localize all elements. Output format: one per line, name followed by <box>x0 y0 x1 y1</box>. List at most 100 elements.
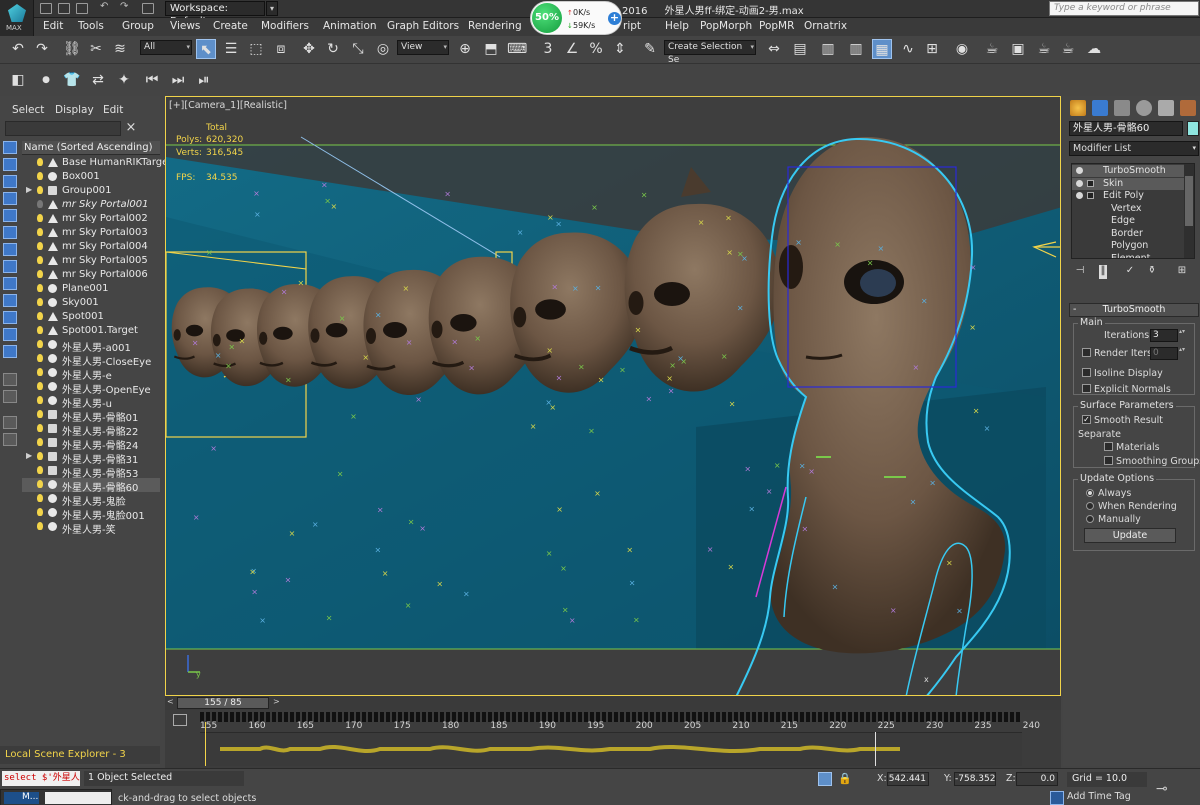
expand-arrow-icon[interactable]: ▶ <box>26 451 32 460</box>
visibility-bulb-icon[interactable] <box>37 452 43 460</box>
scene-object-row[interactable]: Box001 <box>22 170 160 184</box>
scene-object-row[interactable]: 外星人男-CloseEye <box>22 352 160 368</box>
scene-object-row[interactable]: 外星人男-骨骼01 <box>22 408 160 424</box>
render-iters-spinner[interactable]: 0 <box>1150 347 1178 360</box>
undo-icon[interactable]: ↶ <box>100 1 112 12</box>
always-radio[interactable] <box>1086 489 1094 497</box>
utilities-tab-icon[interactable] <box>1180 100 1196 116</box>
render-production-icon[interactable]: ☕ <box>1034 39 1054 59</box>
scene-object-row[interactable]: 外星人男-骨骼22 <box>22 422 160 438</box>
display-cameras-icon[interactable] <box>3 192 17 205</box>
rendered-frame-window-icon[interactable]: ▣ <box>1008 39 1028 59</box>
configure-modifier-sets-icon[interactable]: ⊞ <box>1175 265 1189 279</box>
menu-popmorph[interactable]: PopMorph <box>700 20 752 32</box>
when-rendering-radio[interactable] <box>1086 502 1094 510</box>
pin-stack-icon[interactable]: ⊣ <box>1073 265 1087 279</box>
display-lights-icon[interactable] <box>3 175 17 188</box>
save-file-icon[interactable] <box>76 3 88 14</box>
spinner-snap-icon[interactable]: ⇕ <box>610 39 630 59</box>
visibility-bulb-icon[interactable] <box>37 424 43 432</box>
scene-object-row[interactable]: Base HumanRIKTarget <box>22 156 172 170</box>
scene-object-row[interactable]: 外星人男-u <box>22 394 160 410</box>
percent-snap-icon[interactable]: % <box>586 39 606 59</box>
turbosmooth-rollout-header[interactable]: - TurboSmooth <box>1069 303 1199 317</box>
y-coord-field[interactable]: -758.352 <box>954 772 996 786</box>
toggle-ribbon-icon[interactable]: ▦ <box>872 39 892 59</box>
time-slider-next-button[interactable]: > <box>273 697 283 709</box>
menu-graph-editors[interactable]: Graph Editors <box>387 20 459 32</box>
display-all-icon[interactable] <box>3 345 17 358</box>
menu-tools[interactable]: Tools <box>78 20 104 32</box>
scene-object-row[interactable]: 外星人男-鬼脸001 <box>22 506 160 522</box>
display-containers-icon[interactable] <box>3 294 17 307</box>
menu-ornatrix[interactable]: Ornatrix <box>804 20 847 32</box>
bind-to-space-warp-icon[interactable]: ≋ <box>110 39 130 59</box>
menu-create[interactable]: Create <box>213 20 248 32</box>
visibility-bulb-icon[interactable] <box>37 186 43 194</box>
close-icon[interactable]: × <box>124 120 138 135</box>
modifier-toggle-bulb-icon[interactable] <box>1076 179 1083 187</box>
maxscript-listener-input[interactable]: select $'外星人 <box>2 771 80 786</box>
accelerate-plus-icon[interactable]: + <box>608 12 621 25</box>
scene-object-row[interactable]: mr Sky Portal001 <box>22 198 160 212</box>
scene-object-row[interactable]: Spot001 <box>22 310 160 324</box>
visibility-bulb-icon[interactable] <box>37 312 43 320</box>
column-header-name[interactable]: Name (Sorted Ascending) <box>22 141 160 155</box>
time-slider[interactable]: < 155 / 85 > <box>165 696 1061 710</box>
menu-edit[interactable]: Edit <box>43 20 63 32</box>
display-none-icon[interactable] <box>3 373 17 386</box>
modifier-stack-scrollbar[interactable] <box>1184 164 1194 258</box>
smooth-result-checkbox[interactable]: ✓ <box>1082 415 1091 424</box>
visibility-bulb-icon[interactable] <box>37 382 43 390</box>
visibility-bulb-icon[interactable] <box>37 466 43 474</box>
scene-explorer-search-input[interactable] <box>5 121 121 136</box>
selection-filter-dropdown[interactable]: All ▾ <box>140 40 192 55</box>
absolute-mode-toggle-icon[interactable] <box>818 772 832 786</box>
visibility-bulb-icon[interactable] <box>37 326 43 334</box>
visibility-bulb-icon[interactable] <box>37 396 43 404</box>
taskbar-max-button[interactable]: M... <box>4 792 39 804</box>
display-bones-icon[interactable] <box>3 277 17 290</box>
select-object-icon[interactable]: ⬉ <box>196 39 216 59</box>
scene-object-row[interactable]: 外星人男-OpenEye <box>22 380 160 396</box>
reference-coordinate-dropdown[interactable]: View ▾ <box>397 40 449 55</box>
visibility-bulb-icon[interactable] <box>37 214 43 222</box>
swap-tool-icon[interactable]: ⇄ <box>88 70 108 90</box>
visibility-bulb-icon[interactable] <box>37 340 43 348</box>
angle-snap-icon[interactable]: ∠ <box>562 39 582 59</box>
toggle-layer-explorer-icon[interactable]: ▥ <box>846 39 866 59</box>
render-in-cloud-icon[interactable]: ☁ <box>1084 39 1104 59</box>
modifier-toggle-bulb-icon[interactable] <box>1076 167 1083 174</box>
window-crossing-icon[interactable]: ⧈ <box>271 39 291 59</box>
smoothing-groups-checkbox[interactable] <box>1104 456 1113 465</box>
display-shapes-icon[interactable] <box>3 158 17 171</box>
tab-edit[interactable]: Edit <box>103 104 123 116</box>
scene-object-row[interactable]: 外星人男-a001 <box>22 338 160 354</box>
visibility-bulb-icon[interactable] <box>37 494 43 502</box>
z-coord-field[interactable]: 0.0 <box>1016 772 1058 786</box>
motion-tab-icon[interactable] <box>1136 100 1152 116</box>
tab-display[interactable]: Display <box>55 104 94 116</box>
project-folder-icon[interactable] <box>142 3 154 14</box>
time-slider-thumb[interactable]: 155 / 85 <box>177 697 269 709</box>
snaps-toggle-icon[interactable]: 3 <box>538 39 558 59</box>
display-groups-icon[interactable] <box>3 243 17 256</box>
tray-app-icon[interactable] <box>1050 791 1064 805</box>
application-button[interactable]: MAX <box>0 0 34 36</box>
display-tab-icon[interactable] <box>1158 100 1174 116</box>
isoline-display-checkbox[interactable] <box>1082 368 1091 377</box>
scene-object-row[interactable]: Spot001.Target <box>22 324 160 338</box>
menu-views[interactable]: Views <box>170 20 200 32</box>
toggle-scene-explorer-icon[interactable]: ▥ <box>818 39 838 59</box>
scene-object-row[interactable]: 外星人男-e <box>22 366 160 382</box>
curve-editor-icon[interactable]: ∿ <box>898 39 918 59</box>
schematic-view-icon[interactable]: ⊞ <box>922 39 942 59</box>
iterations-spinner-arrows[interactable]: ▴▾ <box>1179 329 1186 342</box>
visibility-bulb-icon[interactable] <box>37 256 43 264</box>
align-icon[interactable]: ▤ <box>790 39 810 59</box>
taskbar-window-button[interactable] <box>45 792 111 804</box>
render-iterative-icon[interactable]: ☕ <box>1058 39 1078 59</box>
select-and-manipulate-icon[interactable]: ⬒ <box>481 39 501 59</box>
object-name-field[interactable]: 外星人男-骨骼60 <box>1069 121 1183 136</box>
modifier-stack-item[interactable]: Edge <box>1072 215 1184 227</box>
